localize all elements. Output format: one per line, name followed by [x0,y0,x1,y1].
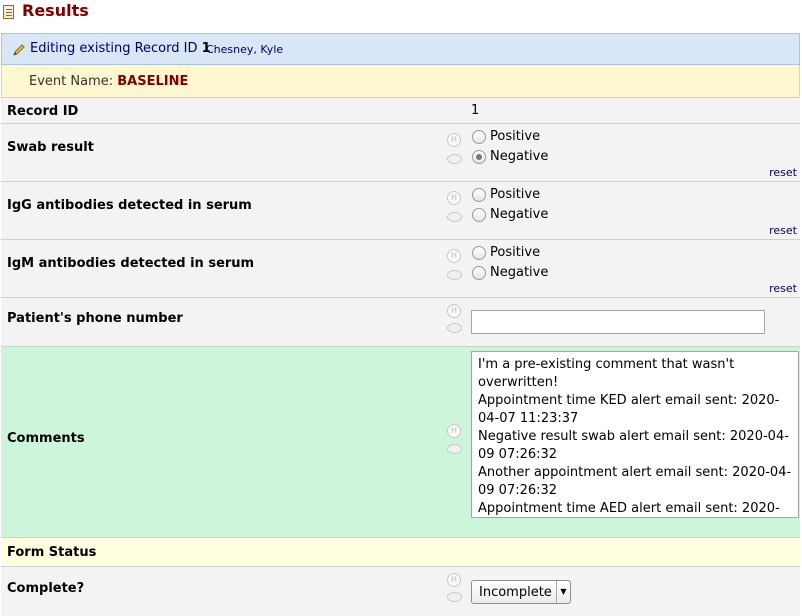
complete-label: Complete? [7,581,85,596]
swab-reset-link[interactable]: reset [769,166,797,179]
event-name-bar: Event Name: BASELINE [1,65,800,98]
igm-positive-label[interactable]: Positive [490,245,540,260]
igm-label: IgM antibodies detected in serum [7,256,255,271]
igg-positive-label[interactable]: Positive [490,187,540,202]
comment-icon[interactable] [447,212,462,222]
swab-negative-label[interactable]: Negative [490,149,548,164]
editing-label: Editing existing Record ID [30,41,198,56]
swab-result-label: Swab result [7,140,94,155]
chevron-down-icon: ▼ [556,581,570,603]
history-icon[interactable]: H [447,573,461,587]
swab-result-row: Swab result H Positive Negative reset [1,124,800,182]
history-icon[interactable]: H [447,424,461,438]
pencil-icon [13,44,25,56]
record-id-field-value: 1 [471,103,480,118]
swab-negative-radio[interactable] [472,150,486,164]
igg-positive-radio[interactable] [472,188,486,202]
swab-positive-label[interactable]: Positive [490,129,540,144]
comment-icon[interactable] [447,270,462,280]
editing-record-text: Editing existing Record ID 1 [30,41,211,56]
igm-negative-radio[interactable] [472,266,486,280]
event-name-text: Event Name: BASELINE [29,74,188,89]
record-id-row: Record ID 1 [1,98,800,124]
comment-icon[interactable] [447,592,462,602]
igg-label: IgG antibodies detected in serum [7,198,252,213]
comments-label: Comments [7,431,85,446]
igg-negative-radio[interactable] [472,208,486,222]
editing-record-bar: Editing existing Record ID 1 Chesney, Ky… [1,33,800,65]
igg-row: IgG antibodies detected in serum H Posit… [1,182,800,240]
form-status-header: Form Status [7,545,97,560]
record-id-label: Record ID [7,104,79,119]
igm-reset-link[interactable]: reset [769,282,797,295]
history-icon[interactable]: H [447,304,461,318]
form-icon [3,5,14,19]
history-icon[interactable]: H [447,191,461,205]
comment-icon[interactable] [447,154,462,164]
history-icon[interactable]: H [447,249,461,263]
record-owner-name: Chesney, Kyle [206,43,284,56]
phone-row: Patient's phone number H [1,298,800,347]
igm-negative-label[interactable]: Negative [490,265,548,280]
complete-status-value: Incomplete [479,585,552,600]
igm-row: IgM antibodies detected in serum H Posit… [1,240,800,298]
igg-reset-link[interactable]: reset [769,224,797,237]
comment-icon[interactable] [447,444,462,454]
comments-row: Comments H I'm a pre-existing comment th… [1,347,800,538]
page-header: Results [0,0,802,26]
form-status-header-row: Form Status [1,538,800,567]
phone-input[interactable] [471,310,765,334]
history-icon[interactable]: H [447,133,461,147]
igg-negative-label[interactable]: Negative [490,207,548,222]
event-name-value: BASELINE [117,74,189,89]
event-name-label: Event Name: [29,74,114,89]
complete-status-select[interactable]: Incomplete ▼ [471,580,571,604]
igm-positive-radio[interactable] [472,246,486,260]
comments-textarea[interactable]: I'm a pre-existing comment that wasn't o… [471,351,799,518]
phone-label: Patient's phone number [7,311,183,326]
page-title: Results [22,1,89,20]
complete-row: Complete? H Incomplete ▼ [1,567,800,616]
comment-icon[interactable] [447,323,462,333]
swab-positive-radio[interactable] [472,130,486,144]
